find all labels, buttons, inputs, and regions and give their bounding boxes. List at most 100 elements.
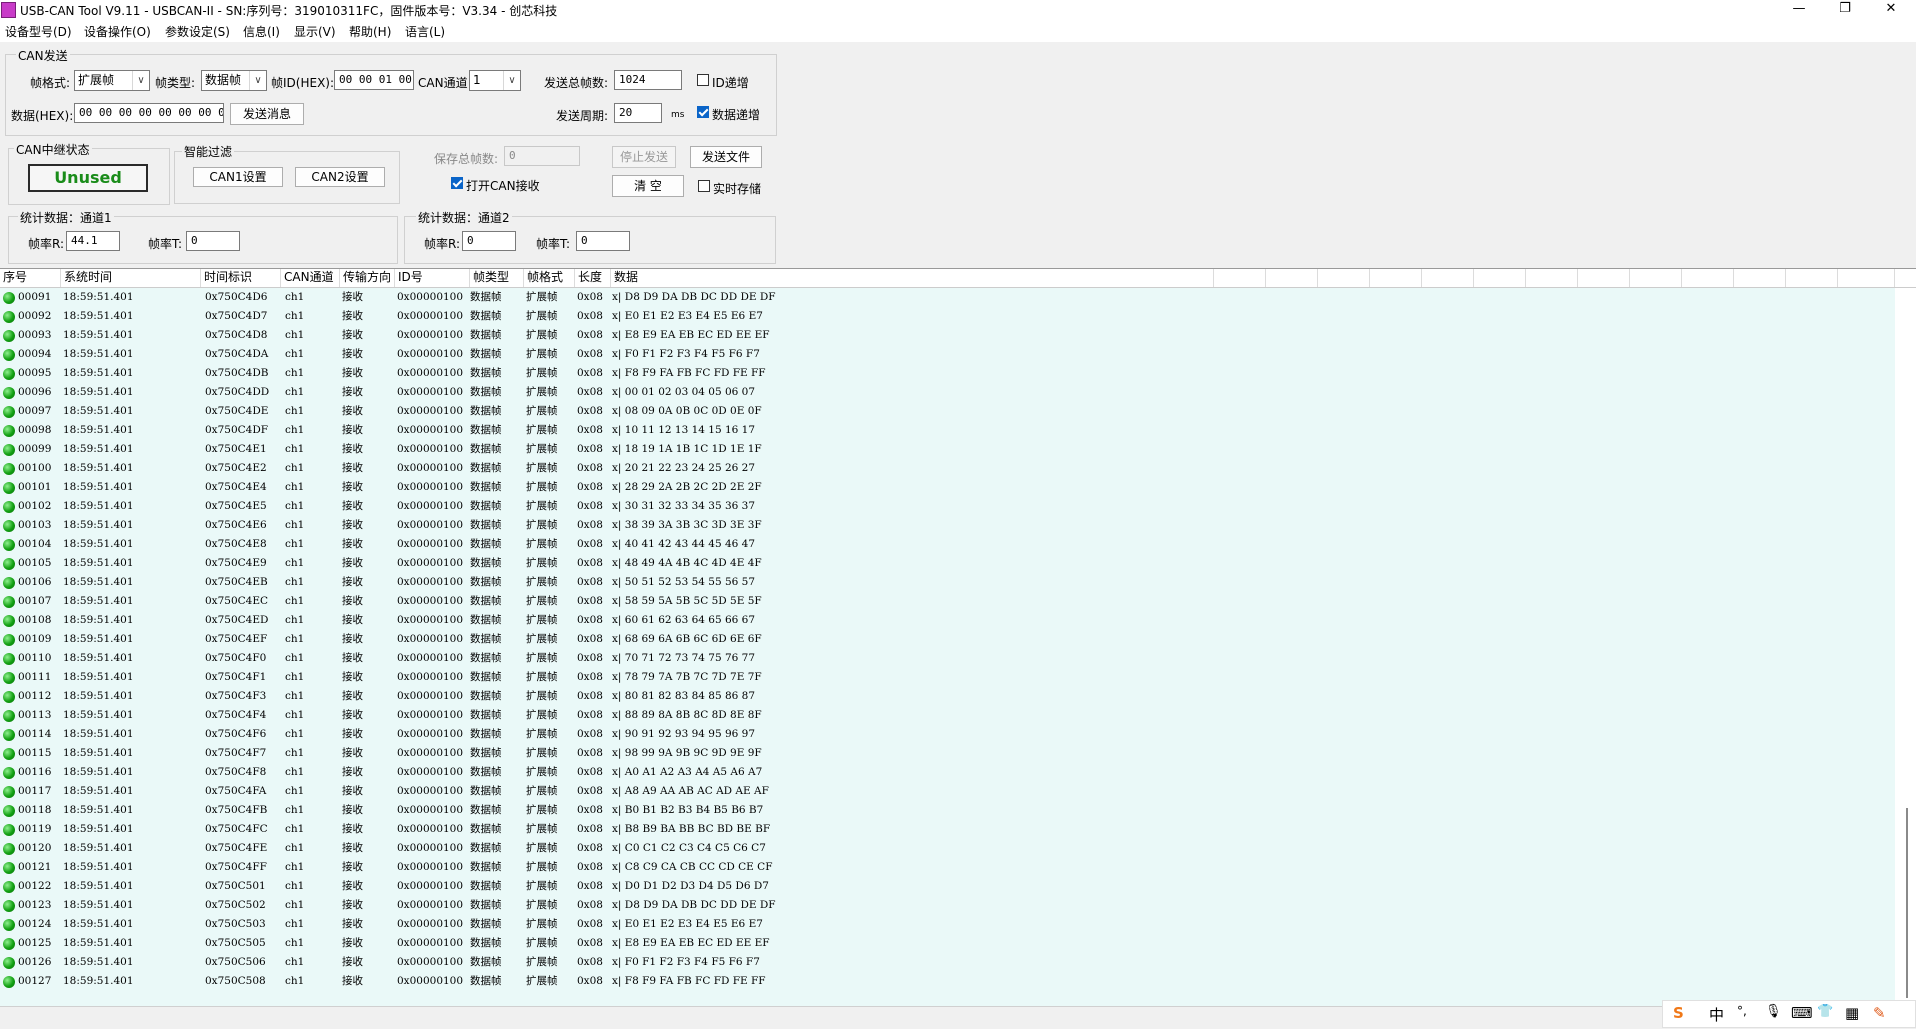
scrollbar-thumb[interactable] (1906, 808, 1908, 998)
microphone-icon[interactable]: 🎙 (1765, 1004, 1782, 1019)
col-id[interactable]: ID号 (395, 269, 470, 287)
cell-seq: 00110 (18, 652, 52, 664)
menu-device-model[interactable]: 设备型号(D) (5, 23, 72, 40)
cell-seq: 00094 (18, 348, 52, 360)
col-data[interactable]: 数据 (611, 269, 1214, 287)
vertical-scrollbar[interactable] (1899, 288, 1915, 1006)
menu-help[interactable]: 帮助(H) (349, 23, 391, 40)
can1-settings-button[interactable]: CAN1设置 (193, 167, 283, 187)
col-length[interactable]: 长度 (575, 269, 611, 287)
can2-settings-button[interactable]: CAN2设置 (295, 167, 385, 187)
punctuation-icon[interactable]: °, (1737, 1004, 1747, 1018)
table-row[interactable]: 00117 18:59:51.401 0x750C4FA ch1 接收 0x0000010… (0, 782, 1895, 801)
cell-frame-format: 扩展帧 (526, 823, 558, 835)
minimize-button[interactable]: — (1776, 0, 1822, 20)
cell-direction: 接收 (342, 405, 363, 417)
clear-button[interactable]: 清 空 (612, 175, 684, 197)
table-row[interactable]: 00114 18:59:51.401 0x750C4F6 ch1 接收 0x0000010… (0, 725, 1895, 744)
menu-language[interactable]: 语言(L) (405, 23, 445, 40)
table-row[interactable]: 00097 18:59:51.401 0x750C4DE ch1 接收 0x0000010… (0, 402, 1895, 421)
period-input[interactable]: 20 (614, 103, 662, 123)
grid-menu-icon[interactable]: ▦ (1845, 1004, 1859, 1022)
ime-lang-toggle[interactable]: 中 (1709, 1004, 1724, 1025)
menu-view[interactable]: 显示(V) (294, 23, 336, 40)
table-row[interactable]: 00106 18:59:51.401 0x750C4EB ch1 接收 0x0000010… (0, 573, 1895, 592)
realtime-save-checkbox[interactable] (698, 180, 710, 192)
send-file-button[interactable]: 发送文件 (690, 146, 762, 168)
table-row[interactable]: 00098 18:59:51.401 0x750C4DF ch1 接收 0x0000010… (0, 421, 1895, 440)
cell-frame-format: 扩展帧 (526, 557, 558, 569)
col-frame-format[interactable]: 帧格式 (524, 269, 575, 287)
table-row[interactable]: 00107 18:59:51.401 0x750C4EC ch1 接收 0x0000010… (0, 592, 1895, 611)
channel-select[interactable]: 1 ∨ (469, 70, 521, 91)
open-can-receive-checkbox[interactable] (451, 177, 463, 189)
skin-icon[interactable]: 👕 (1817, 1004, 1833, 1019)
table-row[interactable]: 00094 18:59:51.401 0x750C4DA ch1 接收 0x0000010… (0, 345, 1895, 364)
table-row[interactable]: 00095 18:59:51.401 0x750C4DB ch1 接收 0x0000010… (0, 364, 1895, 383)
table-row[interactable]: 00122 18:59:51.401 0x750C501 ch1 接收 0x0000010… (0, 877, 1895, 896)
data-increment-checkbox[interactable] (697, 106, 709, 118)
table-row[interactable]: 00101 18:59:51.401 0x750C4E4 ch1 接收 0x0000010… (0, 478, 1895, 497)
sogou-logo-icon[interactable]: S (1673, 1004, 1684, 1022)
close-button[interactable]: ✕ (1868, 0, 1914, 20)
col-direction[interactable]: 传输方向 (340, 269, 395, 287)
table-row[interactable]: 00108 18:59:51.401 0x750C4ED ch1 接收 0x0000010… (0, 611, 1895, 630)
table-row[interactable]: 00116 18:59:51.401 0x750C4F8 ch1 接收 0x0000010… (0, 763, 1895, 782)
table-row[interactable]: 00111 18:59:51.401 0x750C4F1 ch1 接收 0x0000010… (0, 668, 1895, 687)
cell-direction: 接收 (342, 804, 363, 816)
status-dot-icon (3, 349, 15, 361)
table-row[interactable]: 00110 18:59:51.401 0x750C4F0 ch1 接收 0x0000010… (0, 649, 1895, 668)
frame-type-select[interactable]: 数据帧 ∨ (201, 70, 267, 91)
table-row[interactable]: 00113 18:59:51.401 0x750C4F4 ch1 接收 0x0000010… (0, 706, 1895, 725)
cell-channel: ch1 (285, 329, 305, 341)
cell-frame-format: 扩展帧 (526, 652, 558, 664)
table-row[interactable]: 00096 18:59:51.401 0x750C4DD ch1 接收 0x0000010… (0, 383, 1895, 402)
cell-id: 0x00000100 (397, 462, 464, 474)
cell-length: 0x08 (577, 538, 603, 550)
table-row[interactable]: 00104 18:59:51.401 0x750C4E8 ch1 接收 0x0000010… (0, 535, 1895, 554)
cell-timestamp: 0x750C4DA (205, 348, 269, 360)
table-row[interactable]: 00105 18:59:51.401 0x750C4E9 ch1 接收 0x0000010… (0, 554, 1895, 573)
menu-params[interactable]: 参数设定(S) (165, 23, 230, 40)
tools-icon[interactable]: ✎ (1873, 1004, 1886, 1022)
table-row[interactable]: 00120 18:59:51.401 0x750C4FE ch1 接收 0x0000010… (0, 839, 1895, 858)
col-system-time[interactable]: 系统时间 (61, 269, 201, 287)
table-row[interactable]: 00119 18:59:51.401 0x750C4FC ch1 接收 0x0000010… (0, 820, 1895, 839)
frame-id-input[interactable]: 00 00 01 00 (334, 70, 414, 90)
menu-info[interactable]: 信息(I) (243, 23, 280, 40)
col-timestamp[interactable]: 时间标识 (201, 269, 281, 287)
table-row[interactable]: 00092 18:59:51.401 0x750C4D7 ch1 接收 0x0000010… (0, 307, 1895, 326)
send-message-button[interactable]: 发送消息 (230, 103, 304, 125)
data-hex-input[interactable]: 00 00 00 00 00 00 00 01 (74, 103, 224, 123)
table-row[interactable]: 00093 18:59:51.401 0x750C4D8 ch1 接收 0x0000010… (0, 326, 1895, 345)
status-dot-icon (3, 330, 15, 342)
total-frames-input[interactable]: 1024 (614, 70, 682, 90)
id-increment-checkbox[interactable] (697, 74, 709, 86)
table-row[interactable]: 00091 18:59:51.401 0x750C4D6 ch1 接收 0x0000010… (0, 288, 1895, 307)
table-row[interactable]: 00124 18:59:51.401 0x750C503 ch1 接收 0x0000010… (0, 915, 1895, 934)
table-row[interactable]: 00126 18:59:51.401 0x750C506 ch1 接收 0x0000010… (0, 953, 1895, 972)
table-row[interactable]: 00100 18:59:51.401 0x750C4E2 ch1 接收 0x0000010… (0, 459, 1895, 478)
table-row[interactable]: 00121 18:59:51.401 0x750C4FF ch1 接收 0x0000010… (0, 858, 1895, 877)
period-unit: ms (671, 110, 685, 120)
col-seq[interactable]: 序号 (0, 269, 61, 287)
table-row[interactable]: 00112 18:59:51.401 0x750C4F3 ch1 接收 0x0000010… (0, 687, 1895, 706)
menu-device-ops[interactable]: 设备操作(O) (84, 23, 151, 40)
table-row[interactable]: 00115 18:59:51.401 0x750C4F7 ch1 接收 0x0000010… (0, 744, 1895, 763)
maximize-button[interactable]: ❐ (1822, 0, 1868, 20)
frame-format-select[interactable]: 扩展帧 ∨ (74, 70, 150, 91)
col-frame-type[interactable]: 帧类型 (470, 269, 524, 287)
table-row[interactable]: 00103 18:59:51.401 0x750C4E6 ch1 接收 0x0000010… (0, 516, 1895, 535)
stop-send-button[interactable]: 停止发送 (612, 146, 676, 168)
table-row[interactable]: 00102 18:59:51.401 0x750C4E5 ch1 接收 0x0000010… (0, 497, 1895, 516)
table-row[interactable]: 00099 18:59:51.401 0x750C4E1 ch1 接收 0x0000010… (0, 440, 1895, 459)
table-row[interactable]: 00123 18:59:51.401 0x750C502 ch1 接收 0x0000010… (0, 896, 1895, 915)
table-row[interactable]: 00118 18:59:51.401 0x750C4FB ch1 接收 0x0000010… (0, 801, 1895, 820)
keyboard-icon[interactable]: ⌨ (1791, 1004, 1813, 1022)
table-row[interactable]: 00109 18:59:51.401 0x750C4EF ch1 接收 0x0000010… (0, 630, 1895, 649)
cell-timestamp: 0x750C4E2 (205, 462, 267, 474)
col-can-channel[interactable]: CAN通道 (281, 269, 340, 287)
cell-seq: 00106 (18, 576, 52, 588)
table-row[interactable]: 00125 18:59:51.401 0x750C505 ch1 接收 0x0000010… (0, 934, 1895, 953)
table-row[interactable]: 00127 18:59:51.401 0x750C508 ch1 接收 0x0000010… (0, 972, 1895, 991)
